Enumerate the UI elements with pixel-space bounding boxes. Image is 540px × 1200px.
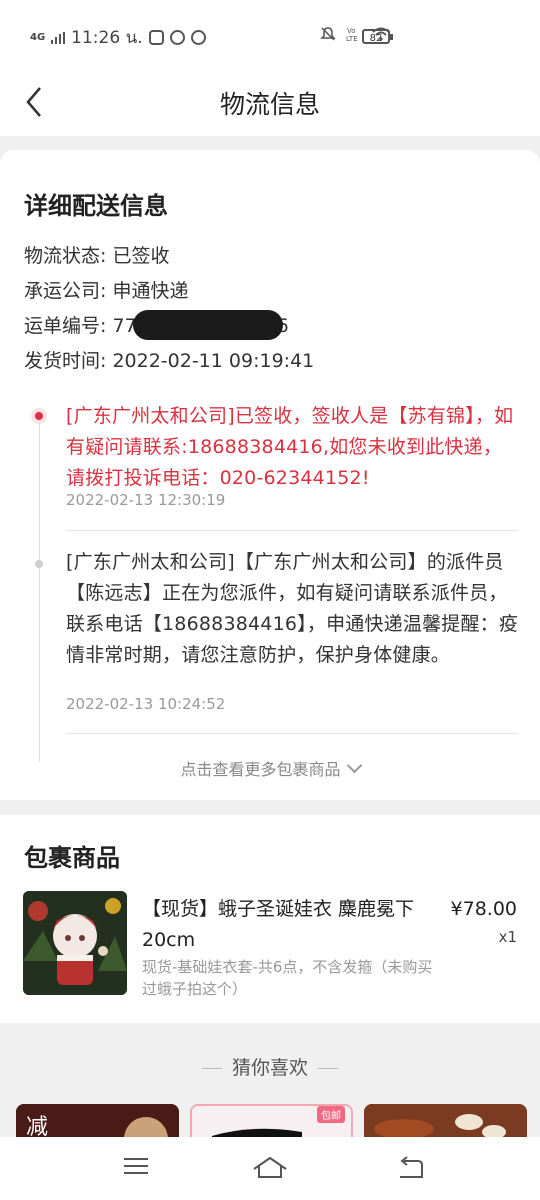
app-notification-icon [148,30,164,45]
product-image [23,891,127,995]
sync-icon [169,30,185,45]
package-section-title: 包裹商品 [24,844,120,872]
menu-icon[interactable] [122,1155,150,1177]
free-shipping-badge: 包邮 [317,1106,345,1123]
recommend-header: 猜你喜欢 [0,1053,540,1080]
timeline-dot [35,560,43,568]
view-more-label: 点击查看更多包裹商品 [180,760,341,779]
svg-text:Vo: Vo [347,27,356,35]
home-icon[interactable] [252,1155,288,1179]
timeline-line [39,568,40,762]
volte-icon: VoLTE [346,27,358,42]
view-more-items-link[interactable]: 点击查看更多包裹商品 [0,756,540,780]
system-nav-bar [0,1137,540,1200]
timeline-event-time: 2022-02-13 10:24:52 [66,695,226,713]
timeline-event-text: [广东广州太和公司]【广东广州太和公司】的派件员【陈远志】正在为您派件，如有疑问… [66,551,519,666]
network-indicator: 4G [30,31,46,43]
ship-time: 发货时间: 2022-02-11 09:19:41 [24,350,315,372]
battery-icon: 82 [362,29,393,44]
waybill-prefix: 运单编号: 77 [24,315,137,337]
detail-section-title: 详细配送信息 [24,192,168,220]
timeline-divider [66,733,518,734]
chevron-down-icon [346,757,362,774]
divider-line [318,1068,338,1069]
redaction-mark [132,309,283,340]
timeline-event-text: [广东广州太和公司]已签收，签收人是【苏有锦】，如有疑问请联系:18688384… [66,405,514,489]
signal-icon [51,31,66,44]
carrier-company: 承运公司: 申通快递 [24,280,189,302]
timeline-dot-active [31,408,47,424]
back-icon[interactable] [396,1155,424,1179]
timeline-event-time: 2022-02-13 12:30:19 [66,491,226,509]
product-quantity: x1 [498,928,517,946]
nav-bar: 物流信息 [0,70,540,136]
product-price: ¥78.00 [450,898,517,920]
timeline-divider [66,530,518,531]
status-bar: 4G 11:26 น. Vo LTE 82 [0,0,540,70]
product-spec: 现货-基础娃衣套-共6点，不含发箍（未购买过蛾子拍这个） [142,958,433,998]
waybill-number: 运单编号: 77 6 [24,309,289,342]
product-thumbnail[interactable] [23,891,127,995]
timeline-line [39,424,40,560]
recommend-title: 猜你喜欢 [231,1057,308,1079]
mute-icon [320,27,336,41]
svg-text:LTE: LTE [346,35,358,42]
sync-icon [190,30,206,45]
divider-line [201,1068,222,1069]
status-time: 11:26 น. [71,28,143,48]
page-title: 物流信息 [219,90,320,119]
product-name[interactable]: 【现货】蛾子圣诞娃衣 麋鹿冕下20cm [142,894,442,956]
logistics-status: 物流状态: 已签收 [24,245,170,267]
